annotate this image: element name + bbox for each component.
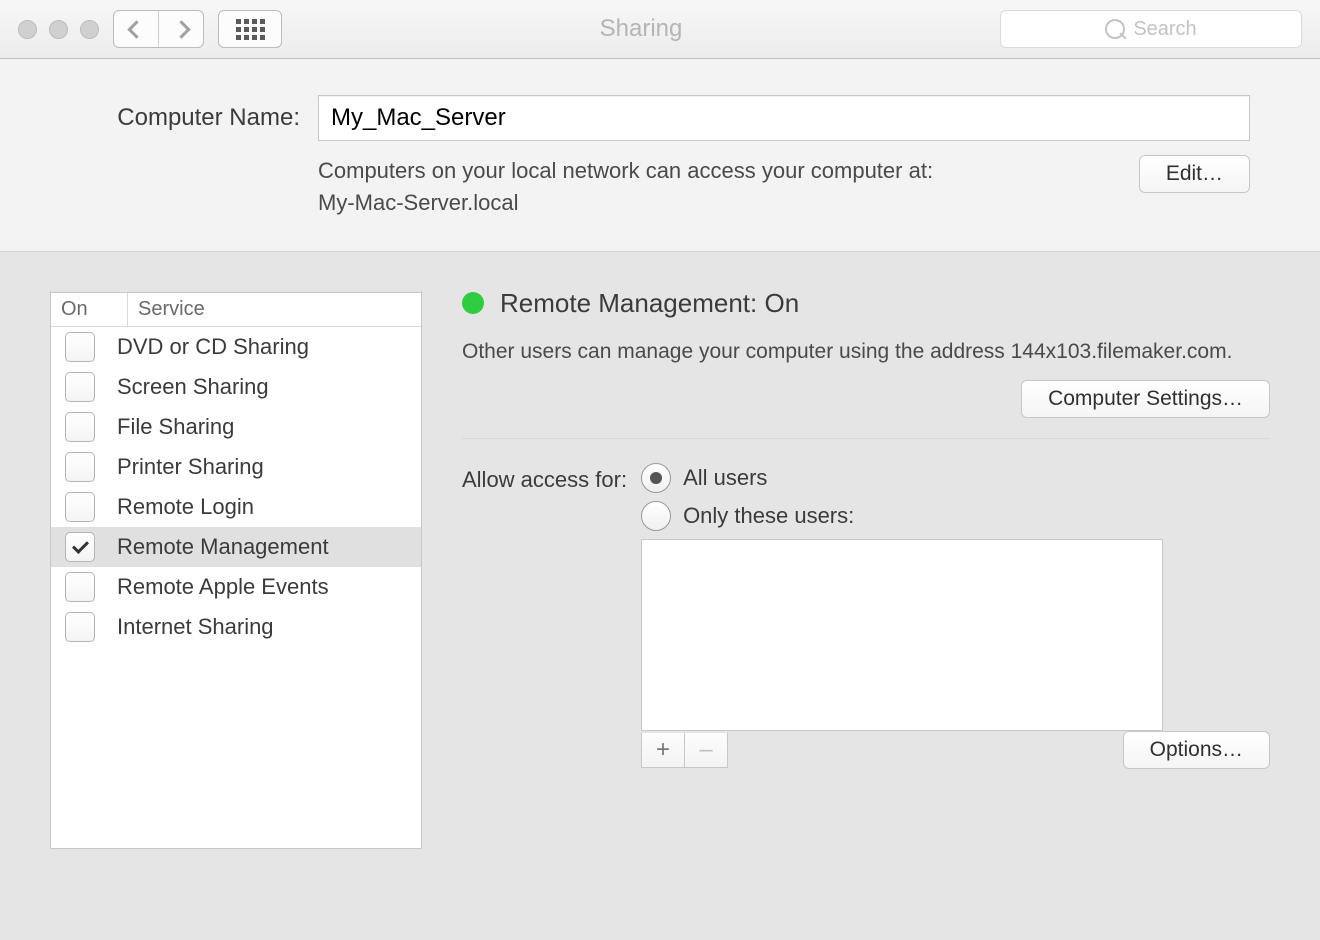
service-row[interactable]: Printer Sharing bbox=[51, 447, 421, 487]
service-checkbox[interactable] bbox=[65, 572, 95, 602]
computer-settings-button[interactable]: Computer Settings… bbox=[1021, 380, 1270, 418]
add-user-button[interactable]: + bbox=[642, 733, 684, 767]
main-content: On Service DVD or CD Sharing Screen Shari… bbox=[0, 252, 1320, 922]
service-checkbox[interactable] bbox=[65, 412, 95, 442]
service-checkbox[interactable] bbox=[65, 532, 95, 562]
status-title: Remote Management: On bbox=[500, 288, 799, 319]
edit-hostname-button[interactable]: Edit… bbox=[1139, 155, 1250, 193]
service-name: Internet Sharing bbox=[117, 614, 421, 640]
service-detail: Remote Management: On Other users can ma… bbox=[462, 292, 1270, 892]
service-row[interactable]: DVD or CD Sharing bbox=[51, 327, 421, 367]
service-row[interactable]: File Sharing bbox=[51, 407, 421, 447]
user-list[interactable] bbox=[641, 539, 1163, 731]
service-checkbox[interactable] bbox=[65, 332, 95, 362]
forward-button[interactable] bbox=[158, 11, 203, 47]
service-row[interactable]: Remote Login bbox=[51, 487, 421, 527]
service-row[interactable]: Remote Management bbox=[51, 527, 421, 567]
computer-name-label: Computer Name: bbox=[70, 104, 300, 132]
back-button[interactable] bbox=[114, 11, 158, 47]
search-input[interactable]: Search bbox=[1000, 10, 1302, 48]
search-placeholder: Search bbox=[1133, 18, 1196, 41]
toolbar: Sharing Search bbox=[0, 0, 1320, 59]
close-window-button[interactable] bbox=[18, 20, 37, 39]
window-controls bbox=[18, 20, 99, 39]
service-name: Remote Login bbox=[117, 494, 421, 520]
service-checkbox[interactable] bbox=[65, 372, 95, 402]
service-name: Printer Sharing bbox=[117, 454, 421, 480]
service-checkbox[interactable] bbox=[65, 492, 95, 522]
service-name: File Sharing bbox=[117, 414, 421, 440]
service-row[interactable]: Remote Apple Events bbox=[51, 567, 421, 607]
status-description: Other users can manage your computer usi… bbox=[462, 337, 1270, 366]
radio-icon bbox=[641, 463, 671, 493]
options-button[interactable]: Options… bbox=[1123, 731, 1270, 769]
service-checkbox[interactable] bbox=[65, 452, 95, 482]
chevron-right-icon bbox=[172, 20, 190, 38]
radio-only-these-users[interactable]: Only these users: bbox=[641, 501, 1270, 531]
service-name: Screen Sharing bbox=[117, 374, 421, 400]
nav-back-forward bbox=[113, 10, 204, 48]
show-all-button[interactable] bbox=[218, 10, 282, 48]
column-service: Service bbox=[128, 293, 421, 326]
service-name: Remote Apple Events bbox=[117, 574, 421, 600]
access-label: Allow access for: bbox=[462, 463, 627, 769]
chevron-left-icon bbox=[127, 20, 145, 38]
zoom-window-button[interactable] bbox=[80, 20, 99, 39]
grid-icon bbox=[236, 19, 265, 40]
search-icon bbox=[1105, 19, 1125, 39]
service-checkbox[interactable] bbox=[65, 612, 95, 642]
service-table-header: On Service bbox=[51, 293, 421, 327]
radio-all-users-label: All users bbox=[683, 465, 767, 491]
service-name: DVD or CD Sharing bbox=[117, 334, 421, 360]
remove-user-button[interactable]: – bbox=[684, 733, 727, 767]
minimize-window-button[interactable] bbox=[49, 20, 68, 39]
service-table: On Service DVD or CD Sharing Screen Shari… bbox=[50, 292, 422, 849]
column-on: On bbox=[51, 293, 128, 326]
service-name: Remote Management bbox=[117, 534, 421, 560]
radio-only-users-label: Only these users: bbox=[683, 503, 854, 529]
computer-name-section: Computer Name: Computers on your local n… bbox=[0, 59, 1320, 252]
window-title: Sharing bbox=[296, 15, 986, 43]
radio-all-users[interactable]: All users bbox=[641, 463, 1270, 493]
user-list-controls: + – bbox=[641, 733, 728, 768]
computer-name-field[interactable] bbox=[318, 95, 1250, 141]
service-row[interactable]: Screen Sharing bbox=[51, 367, 421, 407]
service-row[interactable]: Internet Sharing bbox=[51, 607, 421, 647]
radio-icon bbox=[641, 501, 671, 531]
computer-name-hint: Computers on your local network can acce… bbox=[318, 155, 1139, 219]
divider bbox=[462, 438, 1270, 439]
status-indicator-icon bbox=[462, 292, 484, 314]
